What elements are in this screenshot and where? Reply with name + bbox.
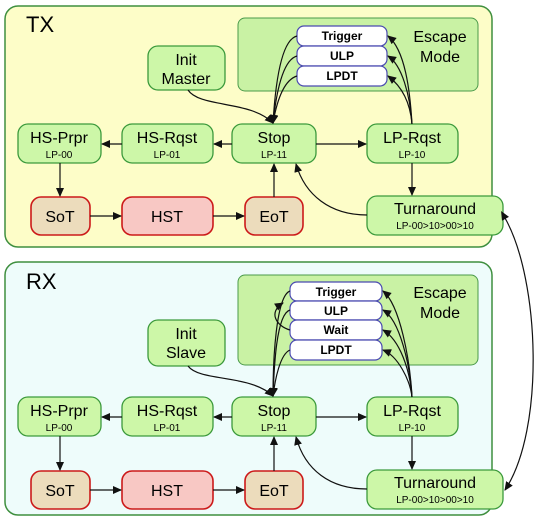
tx-hs-rqst-sub: LP-01 (154, 150, 181, 161)
rx-hs-rqst-sub: LP-01 (154, 423, 181, 434)
tx-turnaround: Turnaround LP-00>10>00>10 (366, 195, 504, 236)
rx-stop: Stop LP-11 (231, 396, 317, 437)
tx-turnaround-sub: LP-00>10>00>10 (396, 221, 474, 232)
tx-init-line1: Init (175, 52, 197, 69)
rx-eot-label: EoT (259, 483, 289, 500)
tx-escape-mode: Escape Mode Trigger ULP LPDT (237, 17, 479, 92)
tx-hs-prpr: HS-Prpr LP-00 (17, 123, 102, 164)
rx-sot-label: SoT (45, 483, 75, 500)
rx-hs-rqst-label: HS-Rqst (137, 403, 198, 420)
rx-trigger-label: Trigger (316, 285, 357, 299)
tx-mode-label: Mode (420, 49, 460, 66)
rx-turnaround-sub: LP-00>10>00>10 (396, 495, 474, 506)
rx-turnaround: Turnaround LP-00>10>00>10 (366, 469, 504, 510)
rx-title: RX (26, 269, 57, 294)
rx-lp-rqst-sub: LP-10 (399, 423, 426, 434)
rx-escape-label: Escape (413, 285, 466, 302)
rx-ulp-label: ULP (324, 304, 348, 318)
tx-title: TX (26, 12, 54, 37)
rx-hs-prpr-sub: LP-00 (46, 423, 73, 434)
rx-eot: EoT (244, 470, 304, 510)
rx-stop-label: Stop (258, 403, 291, 420)
rx-panel: RX Escape Mode Trigger ULP Wait LPDT Ini… (4, 261, 504, 516)
tx-turnaround-label: Turnaround (394, 201, 476, 218)
tx-lp-rqst-sub: LP-10 (399, 150, 426, 161)
rx-hst: HST (121, 470, 214, 510)
dphy-state-diagram: TX Escape Mode Trigger ULP LPDT Init Mas… (4, 5, 534, 516)
tx-hst: HST (121, 196, 214, 236)
rx-mode-label: Mode (420, 305, 460, 322)
tx-hs-prpr-sub: LP-00 (46, 150, 73, 161)
rx-lpdt-label: LPDT (320, 343, 352, 357)
tx-lp-rqst: LP-Rqst LP-10 (366, 123, 459, 164)
tx-init-line2: Master (162, 71, 212, 88)
tx-hst-label: HST (151, 209, 183, 226)
tx-sot: SoT (30, 196, 91, 236)
tx-eot: EoT (244, 196, 304, 236)
tx-init-master: Init Master (147, 45, 226, 91)
tx-stop-sub: LP-11 (261, 150, 287, 161)
rx-lp-rqst-label: LP-Rqst (383, 403, 441, 420)
rx-turnaround-label: Turnaround (394, 475, 476, 492)
rx-sot: SoT (30, 470, 91, 510)
rx-hs-rqst: HS-Rqst LP-01 (121, 396, 214, 437)
rx-stop-sub: LP-11 (261, 423, 287, 434)
tx-lp-rqst-label: LP-Rqst (383, 130, 441, 147)
tx-escape-label: Escape (413, 29, 466, 46)
rx-wait-label: Wait (324, 323, 349, 337)
tx-hs-rqst-label: HS-Rqst (137, 130, 198, 147)
tx-stop-label: Stop (258, 130, 291, 147)
tx-trigger-label: Trigger (322, 29, 363, 43)
rx-hst-label: HST (151, 483, 183, 500)
tx-panel: TX Escape Mode Trigger ULP LPDT Init Mas… (4, 5, 504, 248)
rx-init-line2: Slave (166, 345, 206, 362)
tx-eot-label: EoT (259, 209, 289, 226)
tx-ulp-label: ULP (330, 49, 354, 63)
tx-lpdt-label: LPDT (326, 69, 358, 83)
rx-hs-prpr-label: HS-Prpr (30, 403, 88, 420)
turnaround-link (501, 211, 534, 491)
tx-sot-label: SoT (45, 209, 75, 226)
tx-stop: Stop LP-11 (231, 123, 317, 164)
rx-init-line1: Init (175, 326, 197, 343)
tx-hs-rqst: HS-Rqst LP-01 (121, 123, 214, 164)
rx-hs-prpr: HS-Prpr LP-00 (17, 396, 102, 437)
tx-hs-prpr-label: HS-Prpr (30, 130, 88, 147)
rx-lp-rqst: LP-Rqst LP-10 (366, 396, 459, 437)
rx-init-slave: Init Slave (147, 319, 226, 367)
